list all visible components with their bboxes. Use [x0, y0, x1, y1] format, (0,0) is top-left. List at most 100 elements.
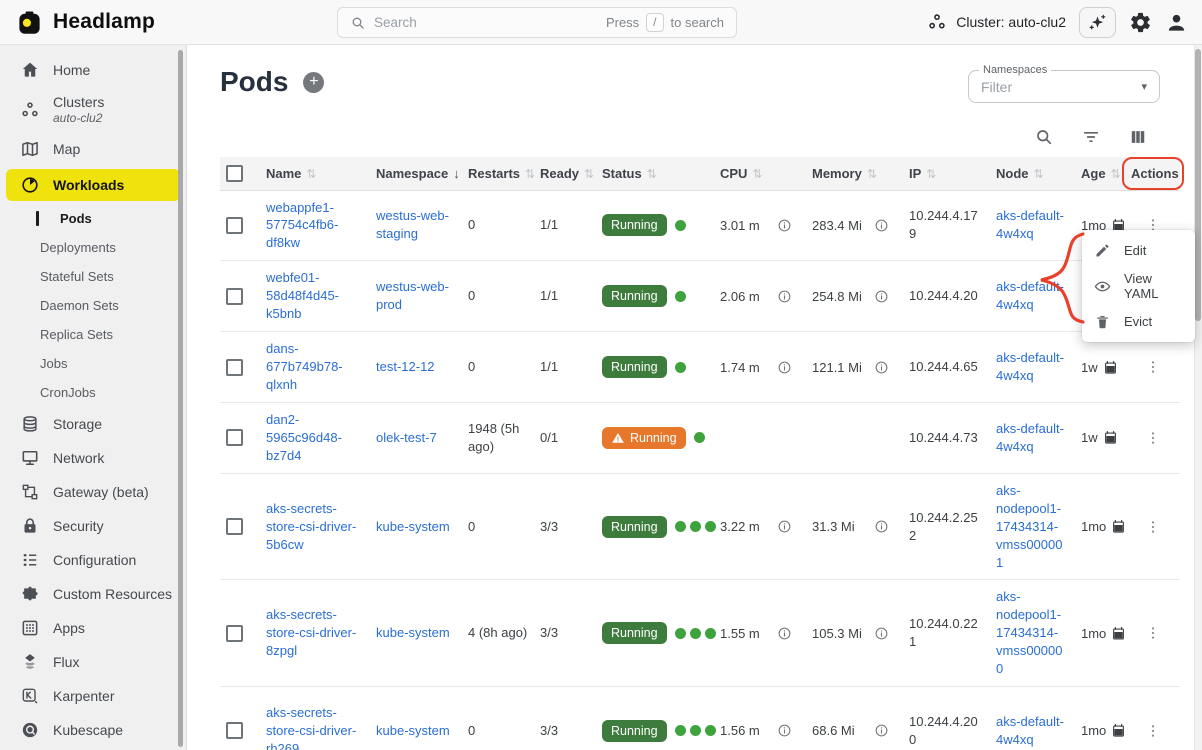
- row-actions-menu-button[interactable]: [1141, 426, 1165, 450]
- pod-name-link[interactable]: dans-677b749b78-qlxnh: [266, 340, 364, 394]
- column-header-age[interactable]: Age⇅: [1075, 157, 1125, 190]
- namespace-link[interactable]: westus-web-prod: [376, 278, 456, 314]
- info-icon[interactable]: [874, 289, 889, 304]
- calendar-icon[interactable]: [1103, 360, 1118, 375]
- node-link[interactable]: aks-nodepool1-17434314-vmss000001: [996, 482, 1069, 572]
- info-icon[interactable]: [874, 723, 889, 738]
- node-link[interactable]: aks-nodepool1-17434314-vmss000000: [996, 588, 1069, 678]
- sidebar-item-configuration[interactable]: Configuration: [0, 543, 186, 577]
- row-actions-menu-button[interactable]: [1141, 719, 1165, 743]
- namespaces-filter-select[interactable]: Namespaces Filter ▾: [968, 70, 1160, 103]
- user-account-icon[interactable]: [1165, 11, 1188, 34]
- page-scrollbar[interactable]: [1194, 45, 1202, 750]
- row-actions-menu-button[interactable]: [1141, 621, 1165, 645]
- pod-name-link[interactable]: webappfe1-57754c4fb6-df8kw: [266, 199, 364, 253]
- info-icon[interactable]: [874, 626, 889, 641]
- info-icon[interactable]: [777, 626, 792, 641]
- row-checkbox[interactable]: [226, 518, 243, 535]
- info-icon[interactable]: [777, 360, 792, 375]
- brand[interactable]: Headlamp: [16, 0, 155, 44]
- sidebar-item-workloads[interactable]: Workloads: [6, 169, 180, 201]
- menu-item-evict[interactable]: Evict: [1082, 307, 1195, 336]
- calendar-icon[interactable]: [1111, 519, 1126, 534]
- column-header-cpu[interactable]: CPU⇅: [714, 157, 806, 190]
- node-link[interactable]: aks-default-4w4xq: [996, 207, 1069, 243]
- pod-name-link[interactable]: webfe01-58d48f4d45-k5bnb: [266, 269, 364, 323]
- info-icon[interactable]: [777, 519, 792, 534]
- create-pod-button[interactable]: +: [303, 72, 324, 93]
- node-link[interactable]: aks-default-4w4xq: [996, 713, 1069, 749]
- column-header-ready[interactable]: Ready⇅: [534, 157, 596, 190]
- info-icon[interactable]: [777, 723, 792, 738]
- sidebar-item-network[interactable]: Network: [0, 441, 186, 475]
- info-icon[interactable]: [777, 218, 792, 233]
- calendar-icon[interactable]: [1111, 626, 1126, 641]
- column-header-memory[interactable]: Memory⇅: [806, 157, 903, 190]
- column-header-node[interactable]: Node⇅: [990, 157, 1075, 190]
- sidebar-item-jobs[interactable]: Jobs: [0, 349, 186, 378]
- sidebar-item-stateful-sets[interactable]: Stateful Sets: [0, 262, 186, 291]
- row-checkbox[interactable]: [226, 625, 243, 642]
- page-scrollbar-thumb[interactable]: [1195, 49, 1201, 321]
- menu-item-edit[interactable]: Edit: [1082, 236, 1195, 265]
- namespace-link[interactable]: westus-web-staging: [376, 207, 456, 243]
- row-checkbox[interactable]: [226, 288, 243, 305]
- sidebar-item-map[interactable]: Map: [0, 132, 186, 166]
- sidebar-item-clusters[interactable]: Clustersauto-clu2: [0, 87, 186, 132]
- calendar-icon[interactable]: [1103, 430, 1118, 445]
- node-link[interactable]: aks-default-4w4xq: [996, 349, 1069, 385]
- info-icon[interactable]: [874, 218, 889, 233]
- sidebar-item-flux[interactable]: Flux: [0, 645, 186, 679]
- menu-item-view-yaml[interactable]: View YAML: [1082, 265, 1195, 307]
- row-actions-menu-button[interactable]: [1141, 355, 1165, 379]
- pod-name-link[interactable]: aks-secrets-store-csi-driver-5b6cw: [266, 500, 364, 554]
- namespace-link[interactable]: test-12-12: [376, 358, 435, 376]
- table-filter-icon[interactable]: [1081, 127, 1101, 147]
- cluster-chooser[interactable]: Cluster: auto-clu2: [927, 12, 1066, 32]
- sidebar-item-security[interactable]: Security: [0, 509, 186, 543]
- calendar-icon[interactable]: [1111, 723, 1126, 738]
- namespace-link[interactable]: kube-system: [376, 518, 450, 536]
- column-header-restarts[interactable]: Restarts⇅: [462, 157, 534, 190]
- column-header-ip[interactable]: IP⇅: [903, 157, 990, 190]
- sidebar-item-home[interactable]: Home: [0, 53, 186, 87]
- sidebar-item-apps[interactable]: Apps: [0, 611, 186, 645]
- row-checkbox[interactable]: [226, 722, 243, 739]
- row-checkbox[interactable]: [226, 217, 243, 234]
- column-header-actions[interactable]: Actions: [1125, 157, 1180, 190]
- select-all-checkbox[interactable]: [226, 165, 243, 182]
- column-header-name[interactable]: Name⇅: [260, 157, 370, 190]
- namespace-link[interactable]: olek-test-7: [376, 429, 437, 447]
- sidebar-item-cronjobs[interactable]: CronJobs: [0, 378, 186, 407]
- column-header-namespace[interactable]: Namespace↓: [370, 157, 462, 190]
- sidebar-item-pods[interactable]: Pods: [0, 204, 186, 233]
- node-link[interactable]: aks-default-4w4xq: [996, 278, 1069, 314]
- namespace-link[interactable]: kube-system: [376, 722, 450, 740]
- sidebar-item-replica-sets[interactable]: Replica Sets: [0, 320, 186, 349]
- pod-name-link[interactable]: aks-secrets-store-csi-driver-8zpgl: [266, 606, 364, 660]
- global-search-input[interactable]: Search Press / to search: [337, 7, 737, 38]
- row-checkbox[interactable]: [226, 429, 243, 446]
- row-actions-menu-button[interactable]: [1141, 515, 1165, 539]
- sidebar-scrollbar[interactable]: [178, 50, 183, 747]
- table-search-icon[interactable]: [1034, 127, 1054, 147]
- column-header-status[interactable]: Status⇅: [596, 157, 714, 190]
- info-icon[interactable]: [874, 360, 889, 375]
- settings-gear-icon[interactable]: [1129, 11, 1152, 34]
- namespace-link[interactable]: kube-system: [376, 624, 450, 642]
- sidebar-item-kubescape[interactable]: Kubescape: [0, 713, 186, 747]
- table-columns-icon[interactable]: [1128, 127, 1148, 147]
- row-checkbox[interactable]: [226, 359, 243, 376]
- pod-name-link[interactable]: aks-secrets-store-csi-driver-rh269: [266, 704, 364, 750]
- node-link[interactable]: aks-default-4w4xq: [996, 420, 1069, 456]
- sidebar-item-custom-resources[interactable]: Custom Resources: [0, 577, 186, 611]
- ai-assistant-button[interactable]: [1079, 7, 1116, 38]
- sidebar-item-storage[interactable]: Storage: [0, 407, 186, 441]
- sidebar-item-karpenter[interactable]: Karpenter: [0, 679, 186, 713]
- sidebar-item-deployments[interactable]: Deployments: [0, 233, 186, 262]
- info-icon[interactable]: [874, 519, 889, 534]
- sidebar-item-gateway[interactable]: Gateway (beta): [0, 475, 186, 509]
- info-icon[interactable]: [777, 289, 792, 304]
- sidebar-item-daemon-sets[interactable]: Daemon Sets: [0, 291, 186, 320]
- pod-name-link[interactable]: dan2-5965c96d48-bz7d4: [266, 411, 364, 465]
